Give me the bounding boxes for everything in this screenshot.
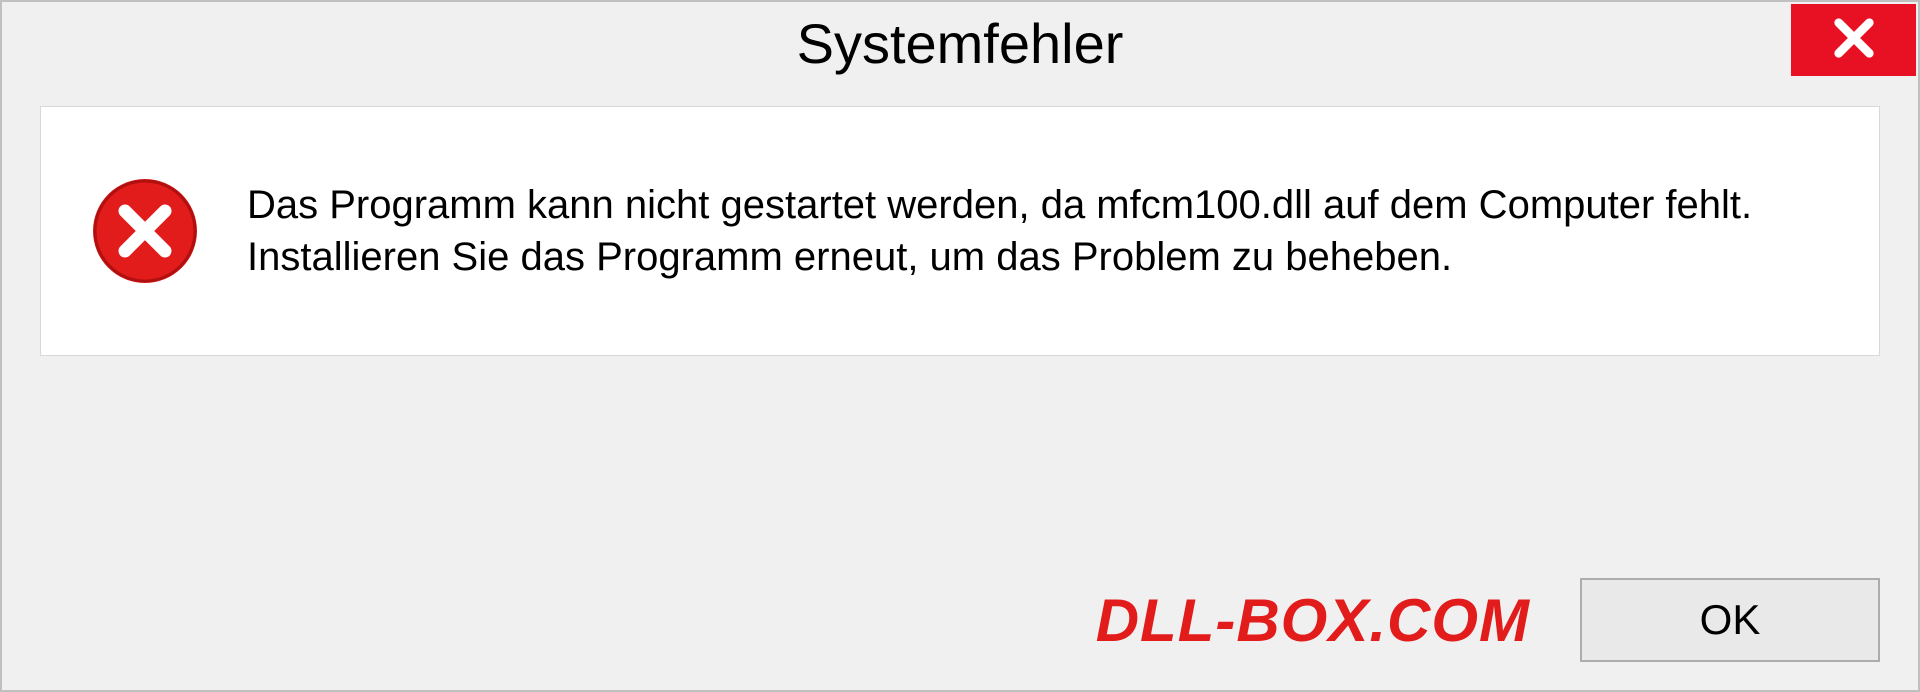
error-message: Das Programm kann nicht gestartet werden… [247, 179, 1829, 283]
close-button[interactable] [1791, 4, 1916, 76]
dialog-footer: DLL-BOX.COM OK [2, 550, 1918, 690]
titlebar: Systemfehler [2, 2, 1918, 84]
error-dialog: Systemfehler Das Programm kann nicht ges… [0, 0, 1920, 692]
content-area: Das Programm kann nicht gestartet werden… [40, 106, 1880, 356]
ok-button-label: OK [1700, 596, 1761, 644]
watermark-text: DLL-BOX.COM [1096, 586, 1530, 655]
close-icon [1831, 15, 1877, 66]
ok-button[interactable]: OK [1580, 578, 1880, 662]
dialog-title: Systemfehler [797, 11, 1124, 76]
error-icon [91, 177, 199, 285]
